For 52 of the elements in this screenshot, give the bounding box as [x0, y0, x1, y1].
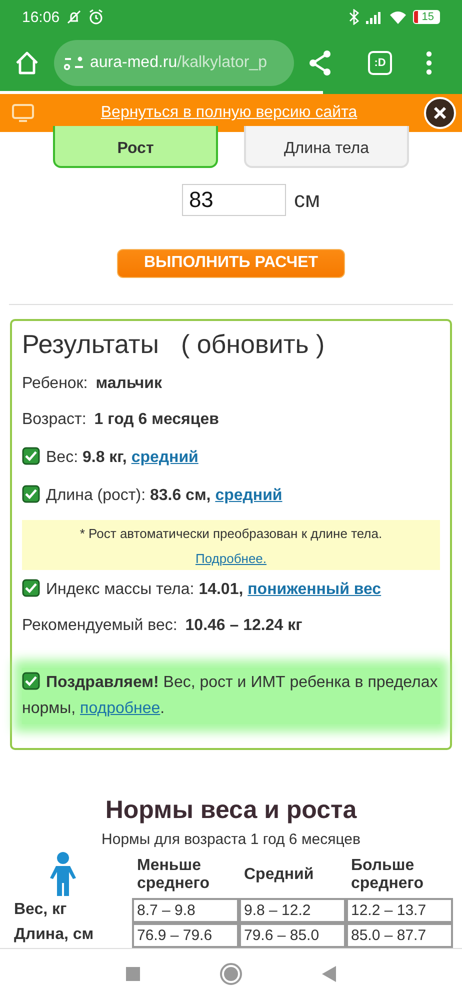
result-line: Ребенок: мальчик [22, 374, 163, 394]
section-subtitle: Нормы для возраста 1 год 6 месяцев [100, 830, 362, 848]
details-link[interactable]: подробнее [80, 700, 160, 717]
result-line: Рекомендуемый вес: 10.46 – 12.24 кг [22, 616, 304, 636]
refresh-link[interactable]: ( обновить ) [180, 328, 325, 360]
column-header: Средний [243, 864, 315, 885]
close-icon [433, 106, 447, 120]
recent-apps-icon[interactable] [126, 967, 140, 982]
section-title: Нормы веса и роста [104, 796, 358, 825]
details-link[interactable]: средний [131, 448, 198, 466]
details-link[interactable]: средний [215, 486, 282, 504]
alarm-icon [88, 9, 104, 26]
table-cell: 76.9 – 79.6 [133, 924, 238, 947]
result-line: Индекс массы тела: 14.01, пониженный вес [46, 580, 382, 598]
note-text: * Рост автоматически преобразован к длине тела. [78, 526, 384, 541]
home-icon[interactable] [220, 963, 242, 986]
results-title: Результаты [22, 328, 159, 360]
mode-tab[interactable]: Длина тела [244, 126, 409, 168]
table-cell: 8.7 – 9.8 [133, 898, 238, 922]
column-header: Меньше среднего [136, 856, 211, 894]
url-text: aura-med.ru/kalkylator_p [90, 54, 267, 72]
tabs-button[interactable]: :D [368, 50, 392, 75]
bluetooth-icon [348, 9, 359, 26]
mode-tab[interactable]: Рост [53, 126, 218, 168]
monitor-icon [12, 104, 34, 122]
battery-level: 15 [412, 10, 440, 24]
success-message: Поздравляем! Вес, рост и ИМТ ребенка в пределах нормы, подробнее. [22, 674, 438, 717]
site-settings-icon[interactable] [64, 54, 84, 71]
menu-icon[interactable] [426, 50, 432, 75]
result-line: Вес: 9.8 кг, средний [46, 448, 198, 466]
column-header: Больше среднего [350, 856, 425, 894]
signal-icon [364, 10, 383, 24]
child-figure-icon [49, 852, 77, 898]
details-link[interactable]: пониженный вес [248, 580, 382, 598]
table-cell: 9.8 – 12.2 [240, 898, 345, 922]
close-button[interactable] [424, 97, 456, 130]
row-label: Длина, см [14, 925, 95, 946]
back-icon[interactable] [322, 966, 336, 982]
unit-label: см [294, 187, 320, 214]
row-label: Вес, кг [14, 900, 68, 920]
result-line: Длина (рост): 83.6 см, средний [46, 486, 282, 504]
result-line: Возраст: 1 год 6 месяцев [22, 410, 220, 430]
table-cell: 85.0 – 87.7 [347, 924, 452, 947]
table-cell: 12.2 – 13.7 [347, 898, 452, 922]
wifi-icon [388, 10, 407, 24]
share-icon[interactable] [308, 50, 332, 76]
home-icon[interactable] [14, 50, 40, 76]
bell-muted-icon [66, 9, 82, 26]
details-link[interactable]: Подробнее. [195, 550, 267, 566]
table-cell: 79.6 – 85.0 [240, 924, 345, 947]
height-input[interactable]: 83 [182, 184, 286, 216]
clock-time: 16:06 [22, 8, 60, 26]
